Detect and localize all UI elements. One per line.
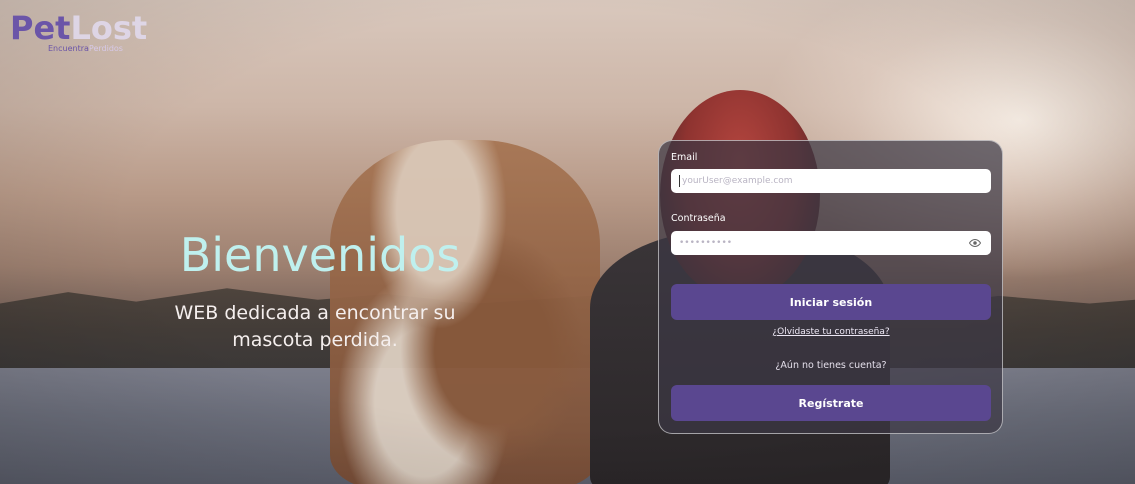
hero-title: Bienvenidos (179, 228, 461, 282)
login-card: Email yourUser@example.com Contraseña ••… (658, 140, 1003, 434)
password-value: •••••••••• (679, 238, 733, 248)
hero-subtitle-line2: mascota perdida. (232, 329, 398, 351)
text-caret (679, 175, 680, 187)
logo-tagline: EncuentraPerdidos (48, 44, 123, 53)
logo-word-lost: Lost (70, 9, 148, 47)
hero-subtitle-line1: WEB dedicada a encontrar su (174, 302, 456, 324)
email-label: Email (671, 152, 698, 163)
password-label: Contraseña (671, 213, 726, 224)
register-button[interactable]: Regístrate (671, 385, 991, 421)
email-placeholder: yourUser@example.com (682, 176, 793, 186)
logo-word-pet: Pet (10, 9, 71, 47)
petlost-logo[interactable]: PetLost EncuentraPerdidos (10, 8, 170, 58)
hero-subtitle: WEB dedicada a encontrar su mascota perd… (150, 300, 480, 354)
password-field[interactable]: •••••••••• (671, 231, 991, 255)
logo-wordmark: PetLost (10, 8, 147, 48)
logo-tagline-b: Perdidos (88, 44, 123, 53)
no-account-text: ¿Aún no tienes cuenta? (775, 360, 887, 371)
login-button[interactable]: Iniciar sesión (671, 284, 991, 320)
email-field[interactable]: yourUser@example.com (671, 169, 991, 193)
logo-tagline-a: Encuentra (48, 44, 89, 53)
forgot-password-link[interactable]: ¿Olvidaste tu contraseña? (671, 327, 991, 337)
eye-icon[interactable] (969, 237, 981, 249)
